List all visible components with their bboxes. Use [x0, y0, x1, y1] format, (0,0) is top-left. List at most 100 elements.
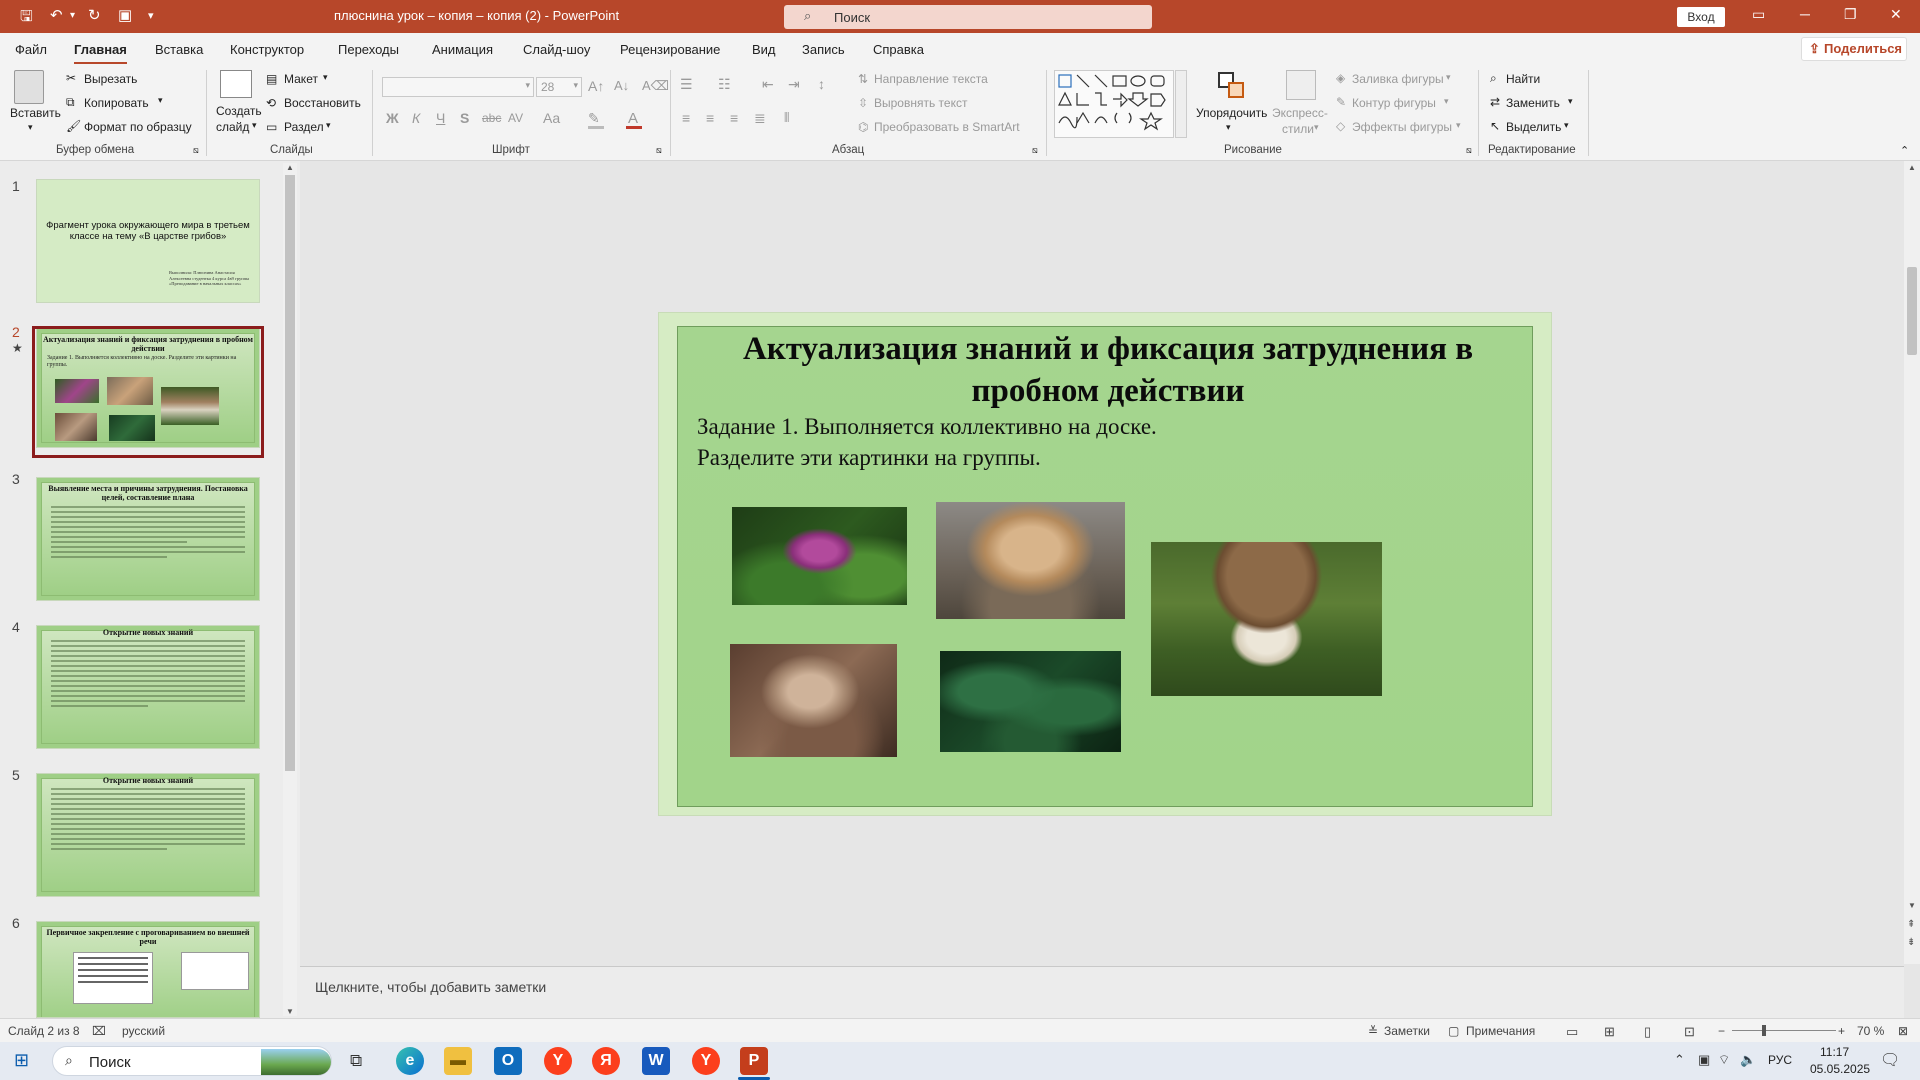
section-button[interactable]: Раздел [284, 120, 324, 134]
comments-icon[interactable]: ▢ [1448, 1024, 1459, 1038]
new-slide-button[interactable]: Создать [216, 104, 262, 118]
volume-icon[interactable]: 🔈 [1740, 1052, 1756, 1068]
slide-thumbnail-4[interactable]: Открытие новых знаний [36, 625, 260, 749]
smartart-icon[interactable]: ⌬ [858, 120, 868, 134]
drawing-launcher-icon[interactable]: ⧅ [1466, 145, 1472, 156]
copy-dropdown-icon[interactable]: ▾ [158, 95, 163, 106]
strikethrough-button[interactable]: abc [482, 111, 501, 125]
columns-icon[interactable]: ⫴ [784, 110, 789, 126]
scroll-up-icon[interactable]: ▲ [1908, 163, 1916, 172]
tray-chevron-icon[interactable]: ⌃ [1674, 1052, 1685, 1068]
shadow-button[interactable]: S [460, 110, 469, 126]
cougar-kitten-picture[interactable] [730, 644, 897, 757]
yandex-icon[interactable]: Я [592, 1047, 620, 1075]
mushroom-picture[interactable] [1151, 542, 1382, 696]
tab-slideshow[interactable]: Слайд-шоу [523, 42, 590, 57]
tray-app-icon[interactable]: ▣ [1698, 1052, 1710, 1068]
thumbnail-scroll-thumb[interactable] [285, 175, 295, 771]
arrange-dropdown-icon[interactable]: ▾ [1226, 122, 1231, 133]
slide-counter[interactable]: Слайд 2 из 8 [8, 1024, 80, 1038]
undo-icon[interactable]: ↶ [50, 6, 63, 24]
select-dropdown-icon[interactable]: ▾ [1564, 120, 1569, 131]
scroll-up-icon[interactable]: ▲ [286, 163, 294, 172]
convert-smartart-button[interactable]: Преобразовать в SmartArt [874, 120, 1020, 134]
task-view-icon[interactable]: ⧉ [350, 1051, 362, 1071]
clover-picture[interactable] [732, 507, 907, 605]
align-left-icon[interactable]: ≡ [682, 110, 690, 126]
bullets-icon[interactable]: ☰ [680, 76, 693, 93]
font-launcher-icon[interactable]: ⧅ [656, 145, 662, 156]
next-slide-icon[interactable]: ⇟ [1907, 937, 1915, 948]
zoom-out-icon[interactable]: − [1718, 1024, 1725, 1038]
section-dropdown-icon[interactable]: ▾ [326, 120, 331, 131]
grow-font-icon[interactable]: A↑ [588, 78, 604, 94]
slide-body-line-1[interactable]: Задание 1. Выполняется коллективно на до… [697, 414, 1157, 440]
tab-review[interactable]: Рецензирование [620, 42, 720, 57]
increase-indent-icon[interactable]: ⇥ [788, 76, 800, 93]
slide-thumbnail-1[interactable]: Фрагмент урока окружающего мира в третье… [36, 179, 260, 303]
spell-check-icon[interactable]: ⌧ [92, 1024, 106, 1038]
select-button[interactable]: Выделить [1506, 120, 1561, 134]
shape-outline-dropdown-icon[interactable]: ▾ [1444, 96, 1449, 107]
search-box[interactable]: ⌕ Поиск [784, 5, 1152, 29]
notifications-icon[interactable]: 🗨 [1880, 1050, 1900, 1070]
underline-button[interactable]: Ч [436, 110, 445, 126]
tab-help[interactable]: Справка [873, 42, 924, 57]
tab-record[interactable]: Запись [802, 42, 845, 57]
start-slideshow-icon[interactable]: ▣ [118, 6, 132, 24]
tab-insert[interactable]: Вставка [155, 42, 203, 57]
reset-icon[interactable]: ⟲ [266, 96, 276, 110]
quick-styles-icon[interactable] [1286, 70, 1316, 100]
slide-body-line-2[interactable]: Разделите эти картинки на группы. [697, 445, 1041, 471]
copy-icon[interactable]: ⧉ [66, 95, 75, 110]
align-text-icon[interactable]: ⇳ [858, 96, 868, 110]
shape-outline-icon[interactable]: ✎ [1336, 95, 1346, 109]
redo-icon[interactable]: ↻ [88, 6, 101, 24]
layout-button[interactable]: Макет [284, 72, 318, 86]
shape-fill-icon[interactable]: ◈ [1336, 71, 1345, 85]
shape-effects-button[interactable]: Эффекты фигуры [1352, 120, 1452, 134]
change-case-button[interactable]: Aa [543, 110, 560, 126]
notes-toggle-button[interactable]: Заметки [1384, 1024, 1430, 1038]
quick-styles-label-2[interactable]: стили [1282, 122, 1314, 136]
arrange-icon[interactable] [1216, 70, 1246, 100]
reset-button[interactable]: Восстановить [284, 96, 361, 110]
layout-dropdown-icon[interactable]: ▾ [323, 72, 328, 83]
yandex-browser-2-icon[interactable]: Y [692, 1047, 720, 1075]
monstera-leaves-picture[interactable] [940, 651, 1121, 752]
slide-thumbnail-6[interactable]: Первичное закрепление с проговариванием … [36, 921, 260, 1018]
highlight-icon[interactable]: ✎ [588, 110, 600, 127]
character-spacing-button[interactable]: AV [508, 111, 523, 125]
notes-toggle-icon[interactable]: ≚ [1368, 1024, 1378, 1038]
section-icon[interactable]: ▭ [266, 120, 277, 134]
canvas-scroll-thumb[interactable] [1907, 267, 1917, 355]
maximize-icon[interactable]: ❐ [1844, 6, 1857, 23]
close-icon[interactable]: ✕ [1890, 6, 1902, 23]
word-icon[interactable]: W [642, 1047, 670, 1075]
clock-time[interactable]: 11:17 [1820, 1045, 1849, 1059]
align-right-icon[interactable]: ≡ [730, 110, 738, 126]
minimize-icon[interactable]: ─ [1800, 6, 1810, 22]
new-slide-icon[interactable] [220, 70, 252, 98]
edge-icon[interactable]: e [396, 1047, 424, 1075]
fit-slide-icon[interactable]: ⊠ [1898, 1024, 1908, 1038]
layout-icon[interactable]: ▤ [266, 72, 277, 86]
clock-date[interactable]: 05.05.2025 [1810, 1062, 1870, 1076]
cut-icon[interactable]: ✂ [66, 71, 76, 85]
powerpoint-icon[interactable]: P [740, 1047, 768, 1075]
cougar-cub-picture[interactable] [936, 502, 1125, 619]
shape-fill-button[interactable]: Заливка фигуры [1352, 72, 1444, 86]
sign-in-button[interactable]: Вход [1677, 7, 1725, 27]
language-indicator[interactable]: русский [122, 1024, 165, 1038]
quick-styles-dropdown-icon[interactable]: ▾ [1314, 122, 1319, 133]
slide-thumbnail-3[interactable]: Выявление места и причины затруднения. П… [36, 477, 260, 601]
zoom-slider[interactable] [1732, 1030, 1836, 1031]
comments-button[interactable]: Примечания [1466, 1024, 1535, 1038]
align-center-icon[interactable]: ≡ [706, 110, 714, 126]
text-direction-icon[interactable]: ⇅ [858, 72, 868, 86]
input-language[interactable]: РУС [1768, 1053, 1792, 1067]
find-icon[interactable]: ⌕ [1490, 71, 1497, 86]
tab-animations[interactable]: Анимация [432, 42, 493, 57]
font-name-combo[interactable]: ▾ [382, 77, 534, 97]
notes-pane[interactable]: Щелкните, чтобы добавить заметки [300, 966, 1904, 1018]
